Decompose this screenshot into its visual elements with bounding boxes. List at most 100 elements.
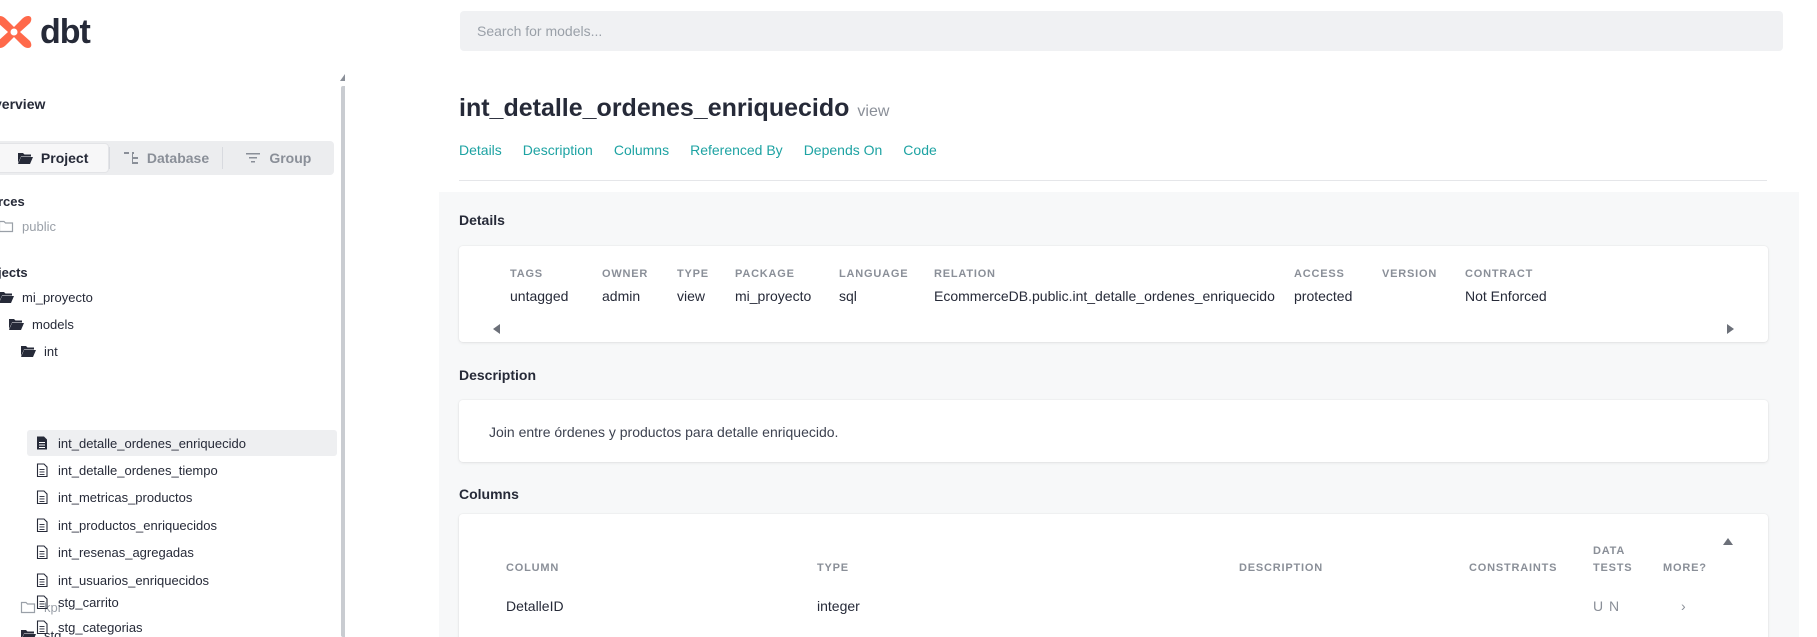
col-header-data-tests: DATA TESTS [1593,543,1632,577]
sidebar-item-public[interactable]: public [0,213,56,239]
file-icon [36,573,48,587]
tree-item-models[interactable]: models [8,311,74,337]
tab-database-label: Database [146,150,210,166]
detail-language: LANGUAGE sql [839,268,934,304]
details-grid: TAGS untagged OWNER admin TYPE view PACK… [510,268,1585,304]
tree-item-label: models [32,316,74,332]
tree-item-label: int_detalle_ordenes_tiempo [58,462,218,478]
nav-description-link[interactable]: Description [523,142,593,158]
detail-key: LANGUAGE [839,268,909,280]
col-header-constraints: CONSTRAINTS [1469,562,1558,574]
description-text: Join entre órdenes y productos para deta… [489,424,839,440]
tree-item-int-metricas-productos[interactable]: int_metricas_productos [34,484,192,510]
detail-key: PACKAGE [735,268,795,280]
details-card: TAGS untagged OWNER admin TYPE view PACK… [459,246,1768,342]
scroll-left-arrow[interactable] [493,324,500,334]
title-row: int_detalle_ordenes_enriquecido view [459,94,889,123]
detail-tags: TAGS untagged [510,268,602,304]
tab-project[interactable]: Project [0,143,110,173]
detail-key: TAGS [510,268,543,280]
nav-referenced-by-link[interactable]: Referenced By [690,142,783,158]
model-kind-label: view [857,103,890,120]
sidebar-view-tabs: Project Database Group [0,141,334,175]
tree-item-int-detalle-ordenes-enriquecido[interactable]: int_detalle_ordenes_enriquecido [27,430,337,456]
tab-project-label: Project [40,150,89,166]
detail-value: sql [839,288,857,304]
tree-item-label: int [44,343,58,359]
tree-item-label: int_usuarios_enriquecidos [58,572,210,588]
file-icon [36,620,48,634]
tree-item-stg-categorias[interactable]: stg_categorias [34,614,143,637]
folder-icon [0,220,14,233]
folder-open-icon [21,346,36,357]
tab-group[interactable]: Group [223,141,334,175]
nav-details-link[interactable]: Details [459,142,502,158]
description-heading: Description [459,367,537,383]
tree-item-int[interactable]: int [20,338,58,364]
col-header-data-tests-line1: DATA [1593,545,1626,557]
page-title: int_detalle_ordenes_enriquecido [459,94,850,122]
scroll-right-arrow[interactable] [1727,324,1734,334]
tab-database[interactable]: Database [110,141,221,175]
nav-depends-on-link[interactable]: Depends On [804,142,883,158]
col-header-type: TYPE [817,562,849,574]
detail-value: Not Enforced [1465,288,1547,304]
tree-item-stg-carrito[interactable]: stg_carrito [34,589,119,615]
detail-key: CONTRACT [1465,268,1534,280]
nav-columns-link[interactable]: Columns [614,142,669,158]
detail-owner: OWNER admin [602,268,677,304]
expand-row-chevron-icon[interactable]: › [1681,598,1686,614]
detail-type: TYPE view [677,268,735,304]
projects-section-label: jects [0,265,28,280]
col-header-data-tests-line2: TESTS [1593,562,1633,574]
tree-item-label: mi_proyecto [22,289,93,305]
detail-key: VERSION [1382,268,1438,280]
detail-value: EcommerceDB.public.int_detalle_ordenes_e… [934,288,1275,304]
search-input[interactable] [460,11,1783,51]
columns-card: COLUMN TYPE DESCRIPTION CONSTRAINTS DATA… [459,514,1768,637]
divider [459,180,1767,181]
detail-key: RELATION [934,268,996,280]
tree-item-label: int_productos_enriquecidos [58,517,217,533]
file-icon [36,518,48,532]
tree-item-mi-proyecto[interactable]: mi_proyecto [0,284,93,310]
file-icon [36,545,48,559]
columns-scroll-up-arrow[interactable] [1723,538,1733,545]
detail-key: TYPE [677,268,709,280]
tree-item-int-detalle-ordenes-tiempo[interactable]: int_detalle_ordenes_tiempo [34,457,218,483]
nav-code-link[interactable]: Code [903,142,936,158]
col-header-column: COLUMN [506,562,560,574]
description-card: Join entre órdenes y productos para deta… [459,400,1768,462]
columns-heading: Columns [459,486,519,502]
file-icon [36,463,48,477]
sidebar-scroll-up-arrow[interactable] [340,74,345,81]
detail-key: OWNER [602,268,649,280]
section-nav: Details Description Columns Referenced B… [459,142,937,158]
tab-group-label: Group [269,150,312,166]
dbt-logo[interactable]: dbt [0,12,91,52]
tree-item-label: stg_categorias [58,619,143,635]
detail-value: admin [602,288,641,304]
sidebar-scrollbar[interactable] [341,86,345,637]
detail-value: untagged [510,288,569,304]
cell-column-type: integer [817,598,860,614]
sidebar-item-label: public [22,218,56,234]
cell-column-name[interactable]: DetalleID [506,598,564,614]
details-heading: Details [459,212,505,228]
folder-open-icon [9,319,24,330]
main-content: int_detalle_ordenes_enriquecido view Det… [439,64,1799,637]
detail-key: ACCESS [1294,268,1345,280]
sidebar: verview Project Database [0,64,345,637]
tree-item-int-resenas-agregadas[interactable]: int_resenas_agregadas [34,539,194,565]
detail-relation: RELATION EcommerceDB.public.int_detalle_… [934,268,1294,304]
filter-lines-icon [246,153,261,163]
logo-text: dbt [40,12,91,51]
dbt-logo-icon [0,16,32,48]
tree-item-label: int_resenas_agregadas [58,544,194,560]
overview-link[interactable]: verview [0,96,45,112]
file-icon [36,490,48,504]
tree-item-label: stg_carrito [58,594,119,610]
detail-value: view [677,288,706,304]
detail-value: mi_proyecto [735,288,812,304]
tree-item-int-productos-enriquecidos[interactable]: int_productos_enriquecidos [34,512,217,538]
